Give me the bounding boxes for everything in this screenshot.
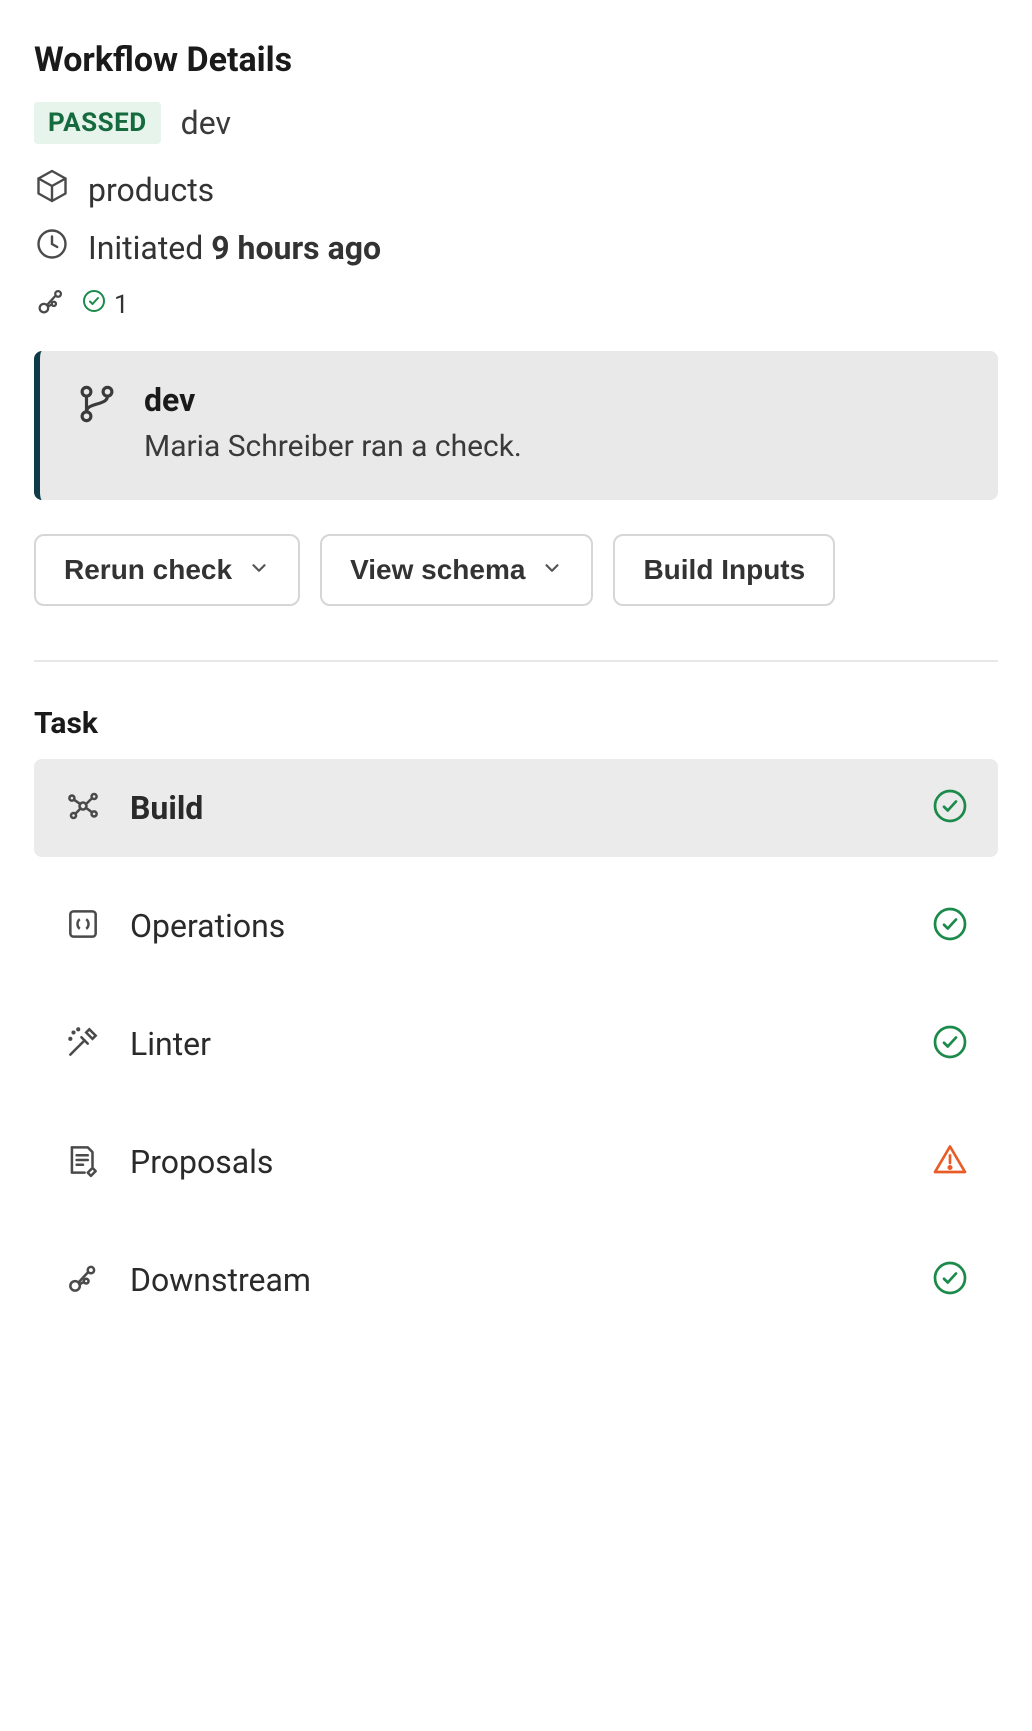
check-circle-icon: [932, 906, 968, 946]
task-label: Build: [130, 789, 904, 827]
check-count: 1: [82, 289, 129, 320]
task-item-proposals[interactable]: Proposals: [34, 1113, 998, 1211]
build-inputs-button[interactable]: Build Inputs: [613, 534, 835, 606]
initiated-text: Initiated 9 hours ago: [88, 229, 381, 267]
check-circle-icon: [932, 1260, 968, 1300]
downstream-icon: [64, 1259, 102, 1301]
branch-icon: [76, 381, 118, 431]
warning-triangle-icon: [932, 1142, 968, 1182]
task-item-build[interactable]: Build: [34, 759, 998, 857]
task-section-title: Task: [34, 706, 998, 741]
status-row: PASSED dev: [34, 102, 998, 144]
task-item-linter[interactable]: Linter: [34, 995, 998, 1093]
check-count-value: 1: [114, 290, 129, 320]
view-schema-label: View schema: [350, 554, 525, 586]
cube-icon: [34, 168, 70, 212]
build-inputs-label: Build Inputs: [643, 554, 805, 586]
operations-icon: [64, 905, 102, 947]
product-label: products: [88, 171, 214, 209]
section-divider: [34, 660, 998, 662]
meta-initiated: Initiated 9 hours ago: [34, 226, 998, 270]
status-badge: PASSED: [34, 102, 161, 144]
rerun-check-label: Rerun check: [64, 554, 232, 586]
chevron-down-icon: [248, 554, 270, 586]
task-list: Build Operations: [34, 759, 998, 1329]
task-label: Linter: [130, 1025, 904, 1063]
check-circle-icon: [82, 289, 106, 320]
view-schema-button[interactable]: View schema: [320, 534, 593, 606]
task-label: Proposals: [130, 1143, 904, 1181]
event-branch: dev: [144, 381, 522, 419]
downstream-icon: [34, 284, 68, 325]
initiated-label: Initiated: [88, 229, 203, 267]
actions-row: Rerun check View schema Build Inputs: [34, 534, 998, 606]
chevron-down-icon: [541, 554, 563, 586]
meta-product: products: [34, 168, 998, 212]
clock-icon: [34, 226, 70, 270]
graph-icon: [64, 787, 102, 829]
event-card: dev Maria Schreiber ran a check.: [34, 351, 998, 500]
proposals-icon: [64, 1141, 102, 1183]
page-title: Workflow Details: [34, 40, 998, 80]
task-item-operations[interactable]: Operations: [34, 877, 998, 975]
task-item-downstream[interactable]: Downstream: [34, 1231, 998, 1329]
branch-name: dev: [181, 104, 231, 142]
event-description: Maria Schreiber ran a check.: [144, 429, 522, 464]
meta-checks: 1: [34, 284, 998, 325]
initiated-time: 9 hours ago: [211, 229, 381, 267]
check-circle-icon: [932, 1024, 968, 1064]
rerun-check-button[interactable]: Rerun check: [34, 534, 300, 606]
check-circle-icon: [932, 788, 968, 828]
task-label: Operations: [130, 907, 904, 945]
linter-icon: [64, 1023, 102, 1065]
task-label: Downstream: [130, 1261, 904, 1299]
